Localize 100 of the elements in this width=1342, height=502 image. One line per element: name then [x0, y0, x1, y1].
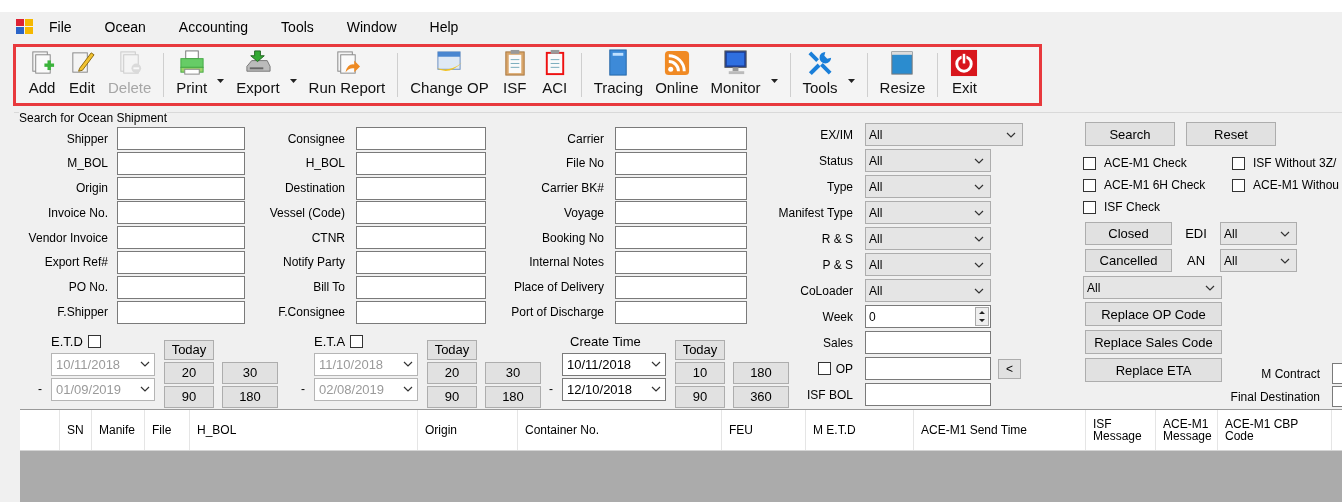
days-button[interactable]: 90 — [675, 385, 725, 408]
toolbar-button[interactable]: Tracing — [587, 47, 650, 103]
column-header[interactable]: ACE-M1 CBP Code — [1218, 409, 1332, 450]
checkbox-label[interactable]: ACE-M1 6H Check — [1104, 178, 1206, 192]
checkbox[interactable] — [1232, 156, 1245, 170]
toolbar-button[interactable]: Exit — [944, 47, 985, 103]
checkbox-label[interactable]: ISF Check — [1104, 200, 1160, 214]
input-field[interactable] — [1332, 386, 1342, 407]
toolbar-button[interactable]: ISF — [494, 47, 535, 103]
checkbox-label[interactable]: ACE-M1 Withou — [1253, 178, 1340, 192]
arrow-button[interactable]: < — [998, 358, 1021, 379]
toolbar-button[interactable]: ACI — [534, 47, 575, 103]
checkbox-label[interactable]: ACE-M1 Check — [1104, 156, 1187, 170]
input-field[interactable] — [615, 300, 747, 324]
toolbar-button[interactable]: Monitor — [704, 47, 784, 103]
menu-item[interactable]: Tools — [267, 18, 333, 35]
filter-button[interactable]: Closed — [1085, 222, 1172, 245]
toolbar-button[interactable]: Print — [170, 47, 231, 103]
checkbox-label[interactable]: ISF Without 3Z/ — [1253, 156, 1337, 170]
input-field[interactable] — [117, 251, 245, 274]
input-field[interactable] — [117, 300, 245, 324]
input-field[interactable] — [117, 275, 245, 299]
input-field[interactable] — [1332, 363, 1342, 384]
input-field[interactable] — [356, 275, 486, 299]
input-field[interactable] — [615, 275, 747, 299]
column-header[interactable]: Container No. — [518, 409, 722, 450]
dropdown[interactable]: All — [865, 149, 991, 172]
column-header[interactable]: ISF Message — [1086, 409, 1156, 450]
input-field[interactable] — [615, 226, 747, 250]
toolbar-button[interactable]: Change OP — [404, 47, 495, 103]
column-header[interactable]: H_BOL — [190, 409, 418, 450]
column-header[interactable]: FEU — [722, 409, 806, 450]
input-field[interactable] — [865, 357, 991, 380]
today-button[interactable]: Today — [675, 339, 725, 360]
input-field[interactable] — [615, 176, 747, 200]
column-header[interactable]: ACE-M1 Send Time — [914, 409, 1086, 450]
input-field[interactable] — [117, 176, 245, 200]
column-header[interactable]: Manife — [92, 409, 145, 450]
menu-item[interactable]: Help — [415, 18, 478, 35]
column-header[interactable]: SN — [60, 409, 92, 450]
dropdown[interactable]: All — [865, 227, 991, 250]
days-button[interactable]: 10 — [675, 361, 725, 384]
checkbox[interactable] — [1232, 178, 1245, 192]
dropdown[interactable]: All — [865, 279, 991, 302]
checkbox[interactable] — [1083, 156, 1096, 170]
days-button[interactable]: 180 — [733, 361, 789, 384]
menu-item[interactable]: Ocean — [90, 18, 165, 35]
filter-button[interactable]: Cancelled — [1085, 249, 1172, 272]
checkbox[interactable] — [1083, 200, 1096, 214]
toolbar-button[interactable]: Add — [22, 47, 62, 103]
replace-button[interactable]: Replace OP Code — [1085, 302, 1222, 326]
input-field[interactable] — [356, 251, 486, 274]
dropdown[interactable]: All — [865, 253, 991, 276]
checkbox-label[interactable]: OP — [835, 361, 853, 376]
input-field[interactable] — [865, 383, 991, 406]
column-header[interactable]: ACE-M1 Message — [1156, 409, 1218, 450]
column-header[interactable]: Origin — [418, 409, 518, 450]
menu-item[interactable]: Accounting — [164, 18, 268, 35]
number-field[interactable]: 0 — [865, 305, 991, 328]
toolbar-button[interactable]: Online — [649, 47, 705, 103]
dropdown[interactable]: All — [865, 123, 1023, 146]
input-field[interactable] — [117, 226, 245, 250]
input-field[interactable] — [356, 176, 486, 200]
days-button[interactable]: 360 — [733, 385, 789, 408]
reset-button[interactable]: Reset — [1186, 122, 1276, 146]
checkbox[interactable] — [1083, 178, 1096, 192]
input-field[interactable] — [117, 127, 245, 150]
toolbar-button[interactable]: Export — [230, 47, 303, 103]
toolbar-button[interactable]: Resize — [873, 47, 932, 103]
input-field[interactable] — [117, 151, 245, 175]
input-field[interactable] — [356, 201, 486, 225]
input-field[interactable] — [865, 331, 991, 354]
field-label: Consignee — [286, 131, 345, 146]
input-field[interactable] — [615, 201, 747, 225]
menu-item[interactable]: Window — [332, 18, 416, 35]
dropdown[interactable]: All — [865, 201, 991, 224]
checkbox[interactable] — [817, 362, 831, 375]
date-picker[interactable]: 10/11/2018 — [562, 352, 666, 376]
input-field[interactable] — [117, 201, 245, 225]
dropdown[interactable]: All — [1220, 222, 1297, 245]
input-field[interactable] — [615, 151, 747, 175]
input-field[interactable] — [356, 151, 486, 175]
toolbar-button[interactable]: Edit — [62, 47, 102, 103]
date-picker[interactable]: 12/10/2018 — [562, 377, 666, 401]
toolbar-button[interactable]: Run Report — [302, 47, 392, 103]
input-field[interactable] — [356, 226, 486, 250]
replace-button[interactable]: Replace Sales Code — [1085, 330, 1222, 354]
input-field[interactable] — [615, 127, 747, 150]
column-header[interactable]: File — [145, 409, 190, 450]
replace-button[interactable]: Replace ETA — [1085, 358, 1222, 382]
input-field[interactable] — [356, 127, 486, 150]
search-button[interactable]: Search — [1085, 122, 1175, 146]
dropdown[interactable]: All — [865, 175, 991, 198]
input-field[interactable] — [356, 300, 486, 324]
dropdown[interactable]: All — [1220, 249, 1297, 272]
column-header[interactable]: M E.T.D — [806, 409, 914, 450]
dropdown[interactable]: All — [1083, 276, 1222, 299]
menu-item[interactable]: File — [49, 18, 91, 35]
input-field[interactable] — [615, 251, 747, 274]
toolbar-button[interactable]: Tools — [796, 47, 861, 103]
